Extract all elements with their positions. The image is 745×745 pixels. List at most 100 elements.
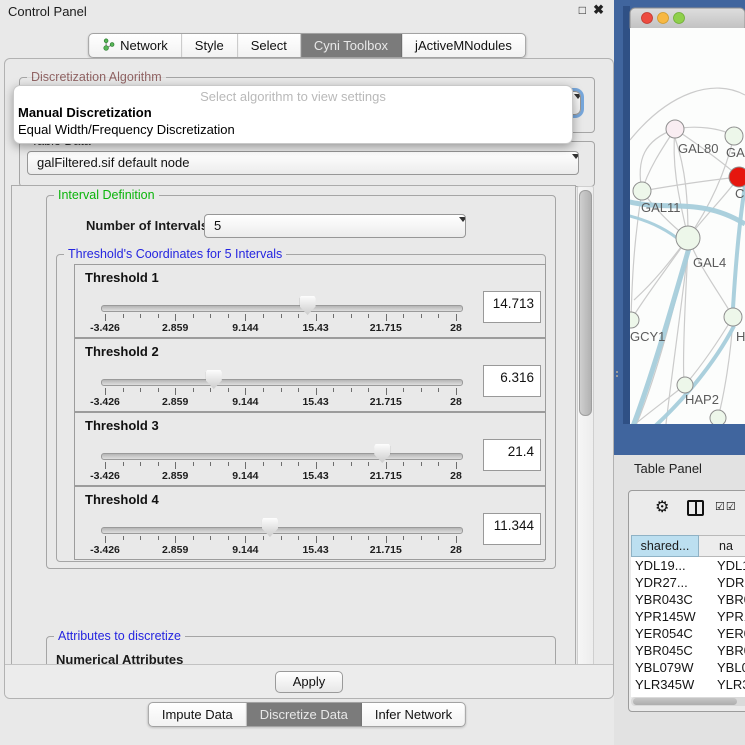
- slider-tick-label: -3.426: [90, 396, 120, 408]
- tab-network-label: Network: [120, 38, 168, 53]
- slider-tick: [105, 314, 106, 321]
- network-view[interactable]: GAL80GACGAL11GAL4GCY1HHAP2: [614, 0, 745, 455]
- tab-jactivemnodules[interactable]: jActiveMNodules: [402, 34, 525, 57]
- slider-tick-label: 28: [450, 396, 462, 408]
- dropdown-option-manual-discretization[interactable]: Manual Discretization: [16, 105, 570, 121]
- slider-track[interactable]: [101, 527, 463, 534]
- tab-network[interactable]: Network: [89, 34, 182, 57]
- table-rows[interactable]: YDL19...YDL1YDR27...YDR2YBR043CYBR0YPR14…: [631, 557, 745, 697]
- network-node-unlabeled[interactable]: [710, 410, 726, 426]
- slider-track[interactable]: [101, 379, 463, 386]
- traffic-light-close-icon[interactable]: [642, 13, 653, 24]
- slider-thumb[interactable]: [374, 444, 390, 463]
- cell-name: YBL0: [697, 659, 745, 676]
- network-node-red-node[interactable]: [729, 167, 745, 187]
- table-row[interactable]: YDR27...YDR2: [631, 574, 745, 591]
- slider-tick-label: 2.859: [162, 470, 188, 482]
- threshold-value-field[interactable]: 6.316: [483, 365, 541, 397]
- gear-icon[interactable]: ⚙: [655, 497, 669, 517]
- table-horizontal-scrollbar[interactable]: [631, 697, 745, 706]
- slider-tick: [158, 462, 159, 466]
- threshold-panel: Threshold 1-3.4262.8599.14415.4321.71528…: [74, 264, 546, 338]
- slider-tick: [281, 388, 282, 392]
- network-node-gal80[interactable]: [666, 120, 684, 138]
- slider-tick: [123, 536, 124, 540]
- slider-tick: [368, 388, 369, 392]
- network-node-label: GAL80: [678, 141, 718, 156]
- control-panel-scrollbar[interactable]: [577, 186, 594, 666]
- slider-tick-label: 2.859: [162, 544, 188, 556]
- table-row[interactable]: YDL19...YDL1: [631, 557, 745, 574]
- dropdown-option-equal-width-frequency[interactable]: Equal Width/Frequency Discretization: [16, 122, 570, 138]
- column-header-name[interactable]: na: [699, 535, 745, 557]
- cell-shared-name: YER054C: [631, 625, 697, 642]
- slider-thumb[interactable]: [300, 296, 316, 315]
- table-row[interactable]: YLR345WYLR3: [631, 676, 745, 693]
- tab-cyni-toolbox-label: Cyni Toolbox: [314, 38, 388, 53]
- network-node-unlabeled[interactable]: [725, 127, 743, 145]
- tab-cyni-toolbox[interactable]: Cyni Toolbox: [301, 34, 402, 57]
- tab-style-label: Style: [195, 38, 224, 53]
- slider-tick: [403, 314, 404, 318]
- column-header-shared-name[interactable]: shared...: [631, 535, 699, 557]
- slider-tick: [210, 462, 211, 466]
- slider-tick-label: -3.426: [90, 470, 120, 482]
- slider-track[interactable]: [101, 453, 463, 460]
- threshold-slider[interactable]: -3.4262.8599.14415.4321.71528: [75, 413, 475, 485]
- threshold-slider[interactable]: -3.4262.8599.14415.4321.71528: [75, 339, 475, 411]
- slider-thumb[interactable]: [206, 370, 222, 389]
- thresholds-group-label: Threshold's Coordinates for 5 Intervals: [64, 247, 286, 261]
- network-node-h[interactable]: [724, 308, 742, 326]
- network-node-gal11[interactable]: [633, 182, 651, 200]
- tab-discretize-data[interactable]: Discretize Data: [247, 703, 362, 726]
- threshold-value-field[interactable]: 14.713: [483, 291, 541, 323]
- table-row[interactable]: YBR045CYBR0: [631, 642, 745, 659]
- table-row[interactable]: YER054CYER0: [631, 625, 745, 642]
- tab-infer-network[interactable]: Infer Network: [362, 703, 465, 726]
- slider-tick-label: 28: [450, 544, 462, 556]
- split-pane-grip[interactable]: [616, 369, 620, 379]
- network-node-label: C: [735, 186, 744, 201]
- tab-discretize-data-label: Discretize Data: [260, 707, 348, 722]
- slider-track[interactable]: [101, 305, 463, 312]
- traffic-light-minimize-icon[interactable]: [658, 13, 669, 24]
- threshold-value-field[interactable]: 21.4: [483, 439, 541, 471]
- slider-tick-label: 2.859: [162, 322, 188, 334]
- table-data-combobox[interactable]: galFiltered.sif default node: [27, 151, 579, 175]
- slider-tick: [368, 462, 369, 466]
- scrollbar-thumb[interactable]: [633, 698, 737, 705]
- tab-impute-data[interactable]: Impute Data: [149, 703, 247, 726]
- window-shadow-edge: [623, 6, 630, 424]
- table-row[interactable]: YBR043CYBR0: [631, 591, 745, 608]
- apply-button[interactable]: Apply: [275, 671, 344, 693]
- slider-thumb[interactable]: [262, 518, 278, 537]
- number-of-intervals-value: 5: [214, 218, 221, 233]
- panel-title: Control Panel: [8, 4, 87, 19]
- slider-tick-label: 28: [450, 322, 462, 334]
- traffic-light-zoom-icon[interactable]: [674, 13, 685, 24]
- columns-icon[interactable]: [687, 500, 704, 516]
- slider-tick: [210, 536, 211, 540]
- right-region: GAL80GACGAL11GAL4GCY1HHAP2 Table Panel ⚙…: [614, 0, 745, 745]
- number-of-intervals-combobox[interactable]: 5: [204, 214, 466, 238]
- attributes-group-label: Attributes to discretize: [54, 629, 185, 643]
- slider-tick: [263, 314, 264, 318]
- table-row[interactable]: YBL079WYBL0: [631, 659, 745, 676]
- threshold-slider[interactable]: -3.4262.8599.14415.4321.71528: [75, 487, 475, 559]
- float-window-icon[interactable]: □: [579, 2, 586, 18]
- table-row[interactable]: YPR145WYPR1: [631, 608, 745, 625]
- checkbox-icons[interactable]: ☑☑: [715, 500, 737, 513]
- table-data-combobox-value: galFiltered.sif default node: [37, 155, 189, 170]
- threshold-slider[interactable]: -3.4262.8599.14415.4321.71528: [75, 265, 475, 337]
- scrollbar-thumb[interactable]: [579, 190, 592, 416]
- network-node-gal4[interactable]: [676, 226, 700, 250]
- tab-style[interactable]: Style: [182, 34, 238, 57]
- slider-tick: [123, 388, 124, 392]
- tab-select[interactable]: Select: [238, 34, 301, 57]
- threshold-value-field[interactable]: 11.344: [483, 513, 541, 545]
- slider-tick: [298, 314, 299, 318]
- slider-tick: [105, 462, 106, 469]
- close-icon[interactable]: ✖: [593, 2, 604, 18]
- network-node-hap2[interactable]: [677, 377, 693, 393]
- algorithm-dropdown-popup: Select algorithm to view settings Manual…: [13, 85, 573, 144]
